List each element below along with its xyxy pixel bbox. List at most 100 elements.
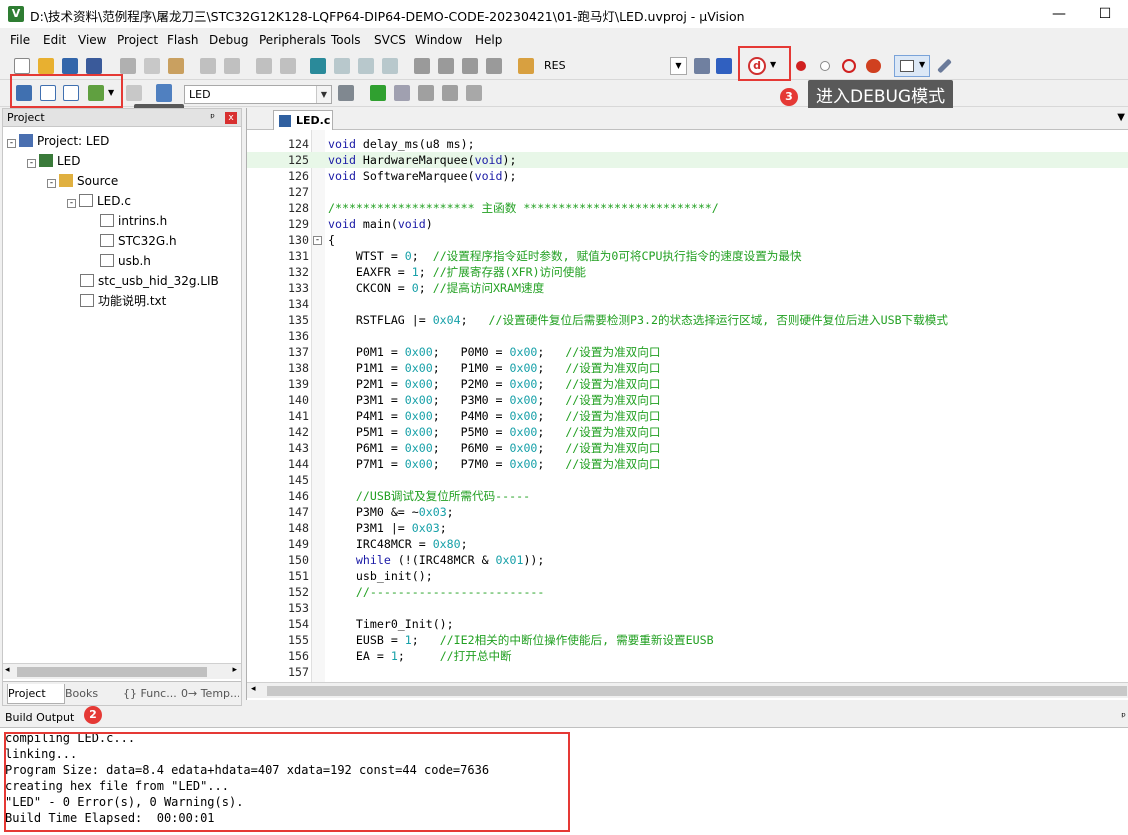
stop-build-icon[interactable] [126, 85, 142, 101]
code-line[interactable]: 145 [247, 472, 1128, 488]
editor-tab-led-c[interactable]: LED.c [273, 110, 333, 130]
code-line[interactable]: 124 void delay_ms(u8 ms); [247, 136, 1128, 152]
rebuild-icon[interactable] [63, 85, 79, 101]
cut-icon[interactable] [120, 58, 136, 74]
code-line[interactable]: 133 CKCON = 0; //提高访问XRAM速度 [247, 280, 1128, 296]
menu-debug[interactable]: Debug [209, 29, 248, 51]
menu-edit[interactable]: Edit [43, 29, 66, 51]
tree-item[interactable]: - LED [27, 151, 81, 171]
editor-horizontal-scrollbar[interactable]: ◂ [247, 682, 1128, 698]
code-line[interactable]: 127 [247, 184, 1128, 200]
kill-breakpoints-icon[interactable] [866, 59, 881, 73]
source-browser-icon[interactable] [716, 58, 732, 74]
menu-view[interactable]: View [78, 29, 106, 51]
code-line[interactable]: 157 [247, 664, 1128, 680]
tree-collapse-icon[interactable]: - [47, 179, 56, 188]
build-output-pin-icon[interactable]: ᵖ [1121, 710, 1126, 723]
find-in-files-icon[interactable] [518, 58, 534, 74]
tree-horizontal-scrollbar[interactable]: ◂ ▸ [3, 663, 241, 679]
nav-forward-icon[interactable] [280, 58, 296, 74]
paste-icon[interactable] [168, 58, 184, 74]
incremental-find-icon[interactable] [694, 58, 710, 74]
menu-window[interactable]: Window [415, 29, 462, 51]
code-line[interactable]: 150 while (!(IRC48MCR & 0x01)); [247, 552, 1128, 568]
prev-bookmark-icon[interactable] [334, 58, 350, 74]
code-line[interactable]: 134 [247, 296, 1128, 312]
tab-list-icon[interactable]: ▼ [1117, 112, 1125, 123]
pack-installer-icon[interactable] [442, 85, 458, 101]
save-all-icon[interactable] [86, 58, 102, 74]
batch-build-dropdown-icon[interactable]: ▼ [108, 88, 114, 97]
code-line[interactable]: 132 EAXFR = 1; //扩展寄存器(XFR)访问使能 [247, 264, 1128, 280]
clear-bookmarks-icon[interactable] [382, 58, 398, 74]
code-line[interactable]: 128 /******************** 主函数 ***********… [247, 200, 1128, 216]
disable-breakpoints-icon[interactable] [842, 59, 856, 73]
code-line[interactable]: 129 void main(void) [247, 216, 1128, 232]
find-combo-arrow-icon[interactable]: ▼ [670, 57, 687, 75]
panel-tab-0[interactable]: Project [7, 684, 65, 704]
manage-project-items-icon[interactable] [370, 85, 386, 101]
unindent-icon[interactable] [438, 58, 454, 74]
code-area[interactable]: 124 void delay_ms(u8 ms); 125 void Hardware… [247, 136, 1128, 682]
code-line[interactable]: 142 P5M1 = 0x00; P5M0 = 0x00; //设置为准双向口 [247, 424, 1128, 440]
tree-collapse-icon[interactable]: - [7, 139, 16, 148]
menu-flash[interactable]: Flash [167, 29, 198, 51]
menu-file[interactable]: File [10, 29, 30, 51]
minimize-button[interactable]: — [1036, 0, 1082, 28]
redo-icon[interactable] [224, 58, 240, 74]
bookmark-icon[interactable] [310, 58, 326, 74]
code-line[interactable]: 131 WTST = 0; //设置程序指令延时参数, 赋值为0可将CPU执行指… [247, 248, 1128, 264]
code-line[interactable]: 130 { [247, 232, 1128, 248]
panel-tab-1[interactable]: Books [65, 684, 121, 704]
code-line[interactable]: 135 RSTFLAG |= 0x04; //设置硬件复位后需要检测P3.2的状… [247, 312, 1128, 328]
code-line[interactable]: 139 P2M1 = 0x00; P2M0 = 0x00; //设置为准双向口 [247, 376, 1128, 392]
scroll-right-icon[interactable]: ▸ [232, 665, 237, 675]
code-line[interactable]: 138 P1M1 = 0x00; P1M0 = 0x00; //设置为准双向口 [247, 360, 1128, 376]
tree-item[interactable]: usb.h [87, 251, 151, 271]
code-line[interactable]: 140 P3M1 = 0x00; P3M0 = 0x00; //设置为准双向口 [247, 392, 1128, 408]
menu-project[interactable]: Project [117, 29, 158, 51]
code-line[interactable]: 147 P3M0 &= ~0x03; [247, 504, 1128, 520]
code-line[interactable]: 149 IRC48MCR = 0x80; [247, 536, 1128, 552]
code-line[interactable]: 126 void SoftwareMarquee(void); [247, 168, 1128, 184]
maximize-button[interactable]: ☐ [1082, 0, 1128, 28]
target-options-icon[interactable] [338, 85, 354, 101]
enable-breakpoint-icon[interactable] [820, 61, 830, 71]
code-line[interactable]: 125 void HardwareMarquee(void); [247, 152, 1128, 168]
menu-svcs[interactable]: SVCS [374, 29, 406, 51]
tree-collapse-icon[interactable]: - [27, 159, 36, 168]
copy-icon[interactable] [144, 58, 160, 74]
tree-item[interactable]: stc_usb_hid_32g.LIB [67, 271, 219, 291]
code-editor[interactable]: LED.c ▼ - 124 void delay_ms(u8 ms); 125 voi… [246, 108, 1128, 700]
close-panel-icon[interactable]: x [225, 112, 237, 124]
window-layout-button[interactable]: ▼ [894, 55, 930, 77]
code-line[interactable]: 137 P0M1 = 0x00; P0M0 = 0x00; //设置为准双向口 [247, 344, 1128, 360]
tree-collapse-icon[interactable]: - [67, 199, 76, 208]
menu-help[interactable]: Help [475, 29, 502, 51]
start-debug-session-icon[interactable]: d [748, 57, 766, 75]
nav-back-icon[interactable] [256, 58, 272, 74]
save-icon[interactable] [62, 58, 78, 74]
code-line[interactable]: 143 P6M1 = 0x00; P6M0 = 0x00; //设置为准双向口 [247, 440, 1128, 456]
code-line[interactable]: 152 //------------------------- [247, 584, 1128, 600]
uncomment-icon[interactable] [486, 58, 502, 74]
manage-rte-icon[interactable] [418, 85, 434, 101]
code-line[interactable]: 148 P3M1 |= 0x03; [247, 520, 1128, 536]
scroll-left-icon[interactable]: ◂ [5, 665, 10, 675]
new-file-icon[interactable] [14, 58, 30, 74]
menu-tools[interactable]: Tools [331, 29, 361, 51]
multi-project-icon[interactable] [466, 85, 482, 101]
code-line[interactable]: 153 [247, 600, 1128, 616]
code-line[interactable]: 146 //USB调试及复位所需代码----- [247, 488, 1128, 504]
build-icon[interactable] [40, 85, 56, 101]
batch-build-icon[interactable] [88, 85, 104, 101]
pin-icon[interactable]: ᵖ [210, 109, 215, 127]
scroll-thumb[interactable] [17, 667, 207, 677]
tree-item[interactable]: 功能说明.txt [67, 291, 166, 311]
undo-icon[interactable] [200, 58, 216, 74]
debug-dropdown-icon[interactable]: ▼ [770, 60, 776, 69]
code-line[interactable]: 155 EUSB = 1; //IE2相关的中断位操作使能后, 需要重新设置EU… [247, 632, 1128, 648]
configure-icon[interactable] [937, 58, 952, 74]
tree-item[interactable]: - Project: LED [7, 131, 109, 151]
next-bookmark-icon[interactable] [358, 58, 374, 74]
